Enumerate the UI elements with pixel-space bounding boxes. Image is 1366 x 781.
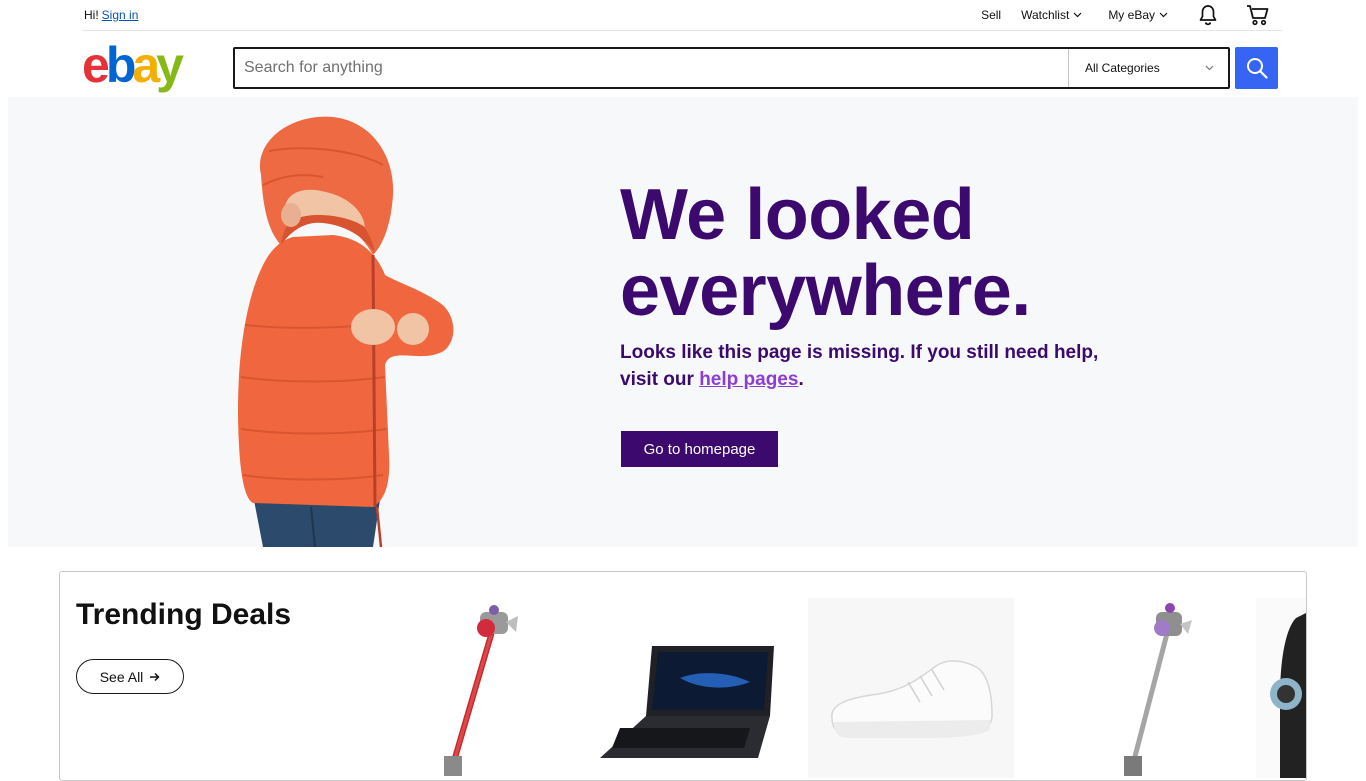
stick-vacuum-image bbox=[444, 605, 518, 776]
category-select[interactable]: All Categories bbox=[1068, 49, 1228, 87]
help-pages-link[interactable]: help pages bbox=[699, 369, 798, 390]
hero-message-line-2-prefix: visit our bbox=[620, 369, 694, 390]
deal-item-gaming-laptop[interactable] bbox=[600, 598, 776, 778]
trending-deals-section: Trending Deals See All bbox=[59, 571, 1307, 781]
watchlist-menu[interactable]: Watchlist bbox=[1021, 8, 1082, 22]
chevron-down-icon bbox=[1073, 12, 1082, 18]
see-all-button[interactable]: See All bbox=[76, 659, 184, 694]
my-ebay-label: My eBay bbox=[1108, 8, 1155, 22]
search-bar: All Categories bbox=[233, 47, 1230, 89]
category-selected-label: All Categories bbox=[1085, 61, 1160, 75]
search-input[interactable] bbox=[235, 49, 1068, 87]
hero-title: We looked everywhere. bbox=[620, 177, 1031, 329]
notification-bell-icon[interactable] bbox=[1198, 4, 1218, 26]
watchlist-label: Watchlist bbox=[1021, 8, 1070, 22]
chevron-down-icon bbox=[1159, 12, 1168, 18]
hero-message: Looks like this page is missing. If you … bbox=[620, 339, 1140, 393]
hero-message-suffix: . bbox=[798, 369, 804, 390]
not-found-hero: We looked everywhere. Looks like this pa… bbox=[8, 97, 1358, 547]
child-in-orange-jacket-image bbox=[238, 116, 454, 547]
sell-link[interactable]: Sell bbox=[981, 8, 1001, 22]
search-button[interactable] bbox=[1235, 47, 1278, 89]
stick-vacuum-image bbox=[1124, 603, 1192, 776]
shopping-cart-icon[interactable] bbox=[1246, 4, 1270, 26]
deal-item-stick-vacuum[interactable] bbox=[400, 598, 530, 778]
deal-item-white-sneaker[interactable] bbox=[808, 598, 1014, 778]
sign-in-link[interactable]: Sign in bbox=[102, 8, 139, 22]
trending-deals-title: Trending Deals bbox=[76, 598, 292, 631]
hero-message-line-1: Looks like this page is missing. If you … bbox=[620, 342, 1099, 363]
go-to-homepage-button[interactable]: Go to homepage bbox=[621, 431, 778, 467]
see-all-label: See All bbox=[99, 668, 144, 685]
greeting-text: Hi! bbox=[84, 8, 99, 22]
greeting: Hi! Sign in bbox=[84, 8, 138, 22]
dark-appliance-image bbox=[1270, 613, 1306, 778]
svg-text:ebay: ebay bbox=[82, 40, 184, 93]
deal-item-stick-vacuum-2[interactable] bbox=[1070, 598, 1200, 778]
my-ebay-menu[interactable]: My eBay bbox=[1108, 8, 1168, 22]
top-utility-bar: Hi! Sign in Sell Watchlist My eBay bbox=[82, 0, 1282, 31]
hero-title-line-1: We looked bbox=[620, 175, 975, 255]
gaming-laptop-image bbox=[600, 646, 774, 758]
white-sneaker-image bbox=[831, 660, 993, 738]
chevron-down-icon bbox=[1205, 65, 1214, 71]
ebay-logo[interactable]: ebay bbox=[82, 40, 202, 96]
hero-title-line-2: everywhere. bbox=[620, 251, 1031, 331]
deal-item-partial[interactable] bbox=[1256, 598, 1306, 778]
search-icon bbox=[1246, 58, 1268, 79]
arrow-right-icon bbox=[150, 672, 160, 681]
